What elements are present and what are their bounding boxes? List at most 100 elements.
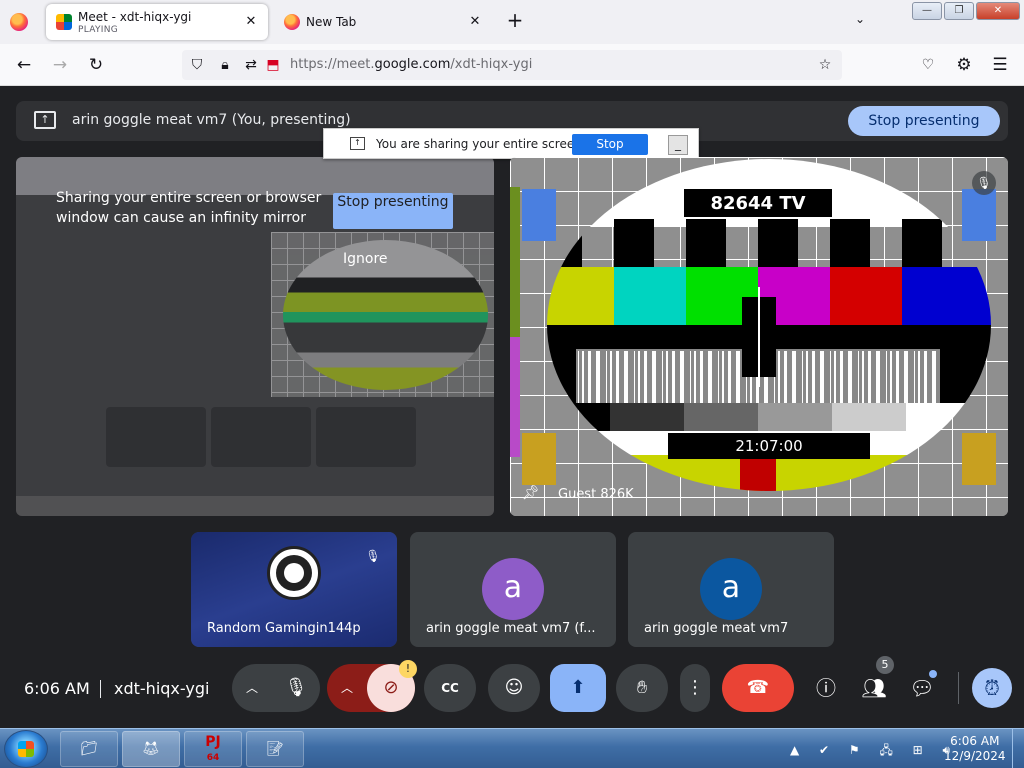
meeting-clock: 6:06 AM bbox=[24, 679, 90, 698]
pocket-icon[interactable]: ♡ bbox=[916, 53, 940, 77]
explorer-taskbar-icon[interactable]: 📁︎ bbox=[60, 731, 118, 767]
tab-title: Meet - xdt-hiqx-ygi bbox=[78, 10, 192, 24]
url-bar[interactable]: ⛉ 🔒︎ ⇄ ⬒ https://meet.google.com/xdt-hiq… bbox=[182, 50, 842, 80]
close-tab-icon[interactable]: ✕ bbox=[466, 13, 484, 31]
participant-tile-self[interactable]: a arin goggle meat vm7 (f... bbox=[410, 532, 616, 647]
divider bbox=[958, 672, 959, 704]
obs-logo-icon bbox=[267, 546, 321, 600]
pj64-label: PJ bbox=[205, 734, 221, 750]
maximize-button[interactable]: ❐ bbox=[944, 2, 974, 20]
google-meet-icon bbox=[56, 14, 72, 30]
stop-sharing-button[interactable]: Stop Sharing bbox=[572, 134, 648, 172]
participant-name: Guest 826K bbox=[558, 487, 634, 502]
firefox-icon bbox=[284, 14, 300, 30]
url-text[interactable]: https://meet.google.com/xdt-hiqx-ygi bbox=[290, 57, 532, 72]
infinity-mirror-warning: Sharing your entire screen or browser wi… bbox=[16, 157, 494, 516]
show-desktop-button[interactable] bbox=[1012, 729, 1024, 768]
mic-control-group: ︿ 🎙︎ bbox=[232, 664, 320, 712]
browser-nav-bar: ← → ↻ ⛉ 🔒︎ ⇄ ⬒ https://meet.google.com/x… bbox=[0, 44, 1024, 86]
tab-meet[interactable]: Meet - xdt-hiqx-ygi PLAYING ✕ bbox=[46, 4, 268, 40]
leave-call-button[interactable]: ☎︎ bbox=[722, 664, 794, 712]
participant-tile-other[interactable]: a arin goggle meat vm7 bbox=[628, 532, 834, 647]
stop-presenting-tile-button[interactable]: Stop presenting bbox=[333, 193, 453, 229]
people-icon[interactable]: 👥︎ bbox=[858, 672, 890, 704]
ignore-button[interactable]: Ignore bbox=[343, 251, 388, 267]
emoji-reactions-button[interactable]: ☺ bbox=[488, 664, 540, 712]
tv-test-pattern: 82644 TV 21:07:00 bbox=[510, 157, 1008, 516]
microphone-icon[interactable]: 🎙︎ bbox=[282, 664, 310, 712]
more-options-button[interactable]: ⋮ bbox=[680, 664, 710, 712]
self-presentation-tile: Sharing your entire screen or browser wi… bbox=[16, 157, 494, 516]
pj64-sublabel: 64 bbox=[206, 753, 220, 763]
camera-warning-badge: ! bbox=[399, 660, 417, 678]
permissions-icon[interactable]: ⇄ bbox=[242, 56, 260, 74]
raise-hand-button[interactable]: ✋︎ bbox=[616, 664, 668, 712]
infinity-mirror-text: Sharing your entire screen or browser wi… bbox=[56, 190, 322, 226]
taskbar-date: 12/9/2024 bbox=[944, 749, 1006, 763]
audio-options-chevron-icon[interactable]: ︿ bbox=[246, 664, 258, 712]
menu-hamburger-icon[interactable]: ☰ bbox=[988, 53, 1012, 77]
present-screen-icon: ⬆ bbox=[570, 677, 586, 698]
more-vert-icon: ⋮ bbox=[686, 677, 704, 698]
chat-notification-dot bbox=[929, 670, 937, 678]
tab-playing-status: PLAYING bbox=[78, 25, 119, 35]
participant-name: Random Gamingin144p bbox=[207, 621, 361, 636]
screen-share-indicator-icon[interactable]: ⬒ bbox=[264, 56, 282, 74]
video-options-chevron-icon[interactable]: ︿ bbox=[341, 664, 353, 712]
meeting-code: xdt-hiqx-ygi bbox=[114, 679, 210, 698]
back-arrow-icon[interactable]: ← bbox=[12, 53, 36, 77]
close-window-button[interactable]: ✕ bbox=[976, 2, 1020, 20]
participant-name: arin goggle meat vm7 bbox=[644, 621, 789, 636]
pin-icon[interactable]: 📌︎ bbox=[522, 485, 540, 505]
minimize-button[interactable]: — bbox=[912, 2, 942, 20]
notepad-taskbar-icon[interactable]: 📝︎ bbox=[246, 731, 304, 767]
avatar: a bbox=[482, 558, 544, 620]
present-screen-button[interactable]: ⬆ bbox=[550, 664, 606, 712]
forward-arrow-icon[interactable]: → bbox=[48, 53, 72, 77]
guest-video-tile[interactable]: 82644 TV 21:07:00 🎙︎ 📌︎ Guest 826K bbox=[510, 157, 1008, 516]
screen-sharing-infobar: ↑ You are sharing your entire screen. St… bbox=[323, 128, 699, 172]
windows-taskbar: 📁︎ 🦊︎ PJ 64 📝︎ ▲ ✔ ⚑ 🖧 ⊞ 🔊︎ 6:06 AM 12/9… bbox=[0, 728, 1024, 768]
system-tray[interactable]: ▲ ✔ ⚑ 🖧 ⊞ 🔊︎ bbox=[790, 741, 958, 762]
share-screen-icon: ↑ bbox=[350, 137, 365, 150]
bookmark-star-icon[interactable]: ☆ bbox=[816, 56, 834, 74]
window-controls: — ❐ ✕ bbox=[912, 2, 1020, 20]
lock-icon[interactable]: 🔒︎ bbox=[216, 56, 234, 74]
tab-new-tab[interactable]: New Tab ✕ bbox=[274, 4, 492, 40]
taskbar-clock[interactable]: 6:06 AM 12/9/2024 bbox=[944, 734, 1006, 764]
reload-icon[interactable]: ↻ bbox=[84, 53, 108, 77]
presenting-text: arin goggle meat vm7 (You, presenting) bbox=[72, 112, 351, 128]
test-pattern-title: 82644 TV bbox=[710, 193, 805, 214]
emoji-icon: ☺ bbox=[504, 677, 524, 698]
close-tab-icon[interactable]: ✕ bbox=[242, 13, 260, 31]
taskbar-time: 6:06 AM bbox=[950, 734, 1000, 748]
participant-tile-obs[interactable]: 🎙︎ Random Gamingin144p bbox=[191, 532, 397, 647]
test-pattern-time: 21:07:00 bbox=[735, 437, 802, 455]
start-button[interactable] bbox=[4, 730, 48, 768]
people-count-badge: 5 bbox=[876, 656, 894, 674]
firefox-taskbar-icon[interactable]: 🦊︎ bbox=[122, 731, 180, 767]
tab-title: New Tab bbox=[306, 15, 357, 29]
meeting-info-icon[interactable]: ⓘ bbox=[810, 672, 842, 704]
sharing-status-text: You are sharing your entire screen. bbox=[376, 137, 586, 151]
new-tab-button[interactable]: + bbox=[504, 10, 526, 32]
present-screen-icon: ↑ bbox=[34, 111, 56, 129]
mic-off-icon: 🎙︎ bbox=[972, 171, 996, 195]
mic-off-icon: 🎙︎ bbox=[365, 549, 381, 563]
minimize-infobar-button[interactable]: _ bbox=[668, 135, 688, 155]
browser-tab-bar: Meet - xdt-hiqx-ygi PLAYING ✕ New Tab ✕ … bbox=[0, 0, 1024, 44]
captions-icon: CC bbox=[441, 681, 459, 695]
participant-name: arin goggle meat vm7 (f... bbox=[426, 621, 596, 636]
stop-presenting-button[interactable]: Stop presenting bbox=[848, 106, 1000, 136]
avatar: a bbox=[700, 558, 762, 620]
firefox-menu-icon[interactable] bbox=[10, 13, 28, 31]
hangup-icon: ☎︎ bbox=[746, 677, 770, 698]
divider bbox=[100, 680, 101, 698]
pj64-taskbar-icon[interactable]: PJ 64 bbox=[184, 731, 242, 767]
captions-button[interactable]: CC bbox=[424, 664, 476, 712]
list-all-tabs-icon[interactable]: ⌄ bbox=[855, 12, 865, 26]
extensions-icon[interactable]: ⚙ bbox=[952, 53, 976, 77]
activities-timer-icon[interactable]: ⏰︎ bbox=[972, 668, 1012, 708]
hand-icon: ✋︎ bbox=[636, 677, 648, 698]
shield-icon[interactable]: ⛉ bbox=[188, 56, 206, 74]
